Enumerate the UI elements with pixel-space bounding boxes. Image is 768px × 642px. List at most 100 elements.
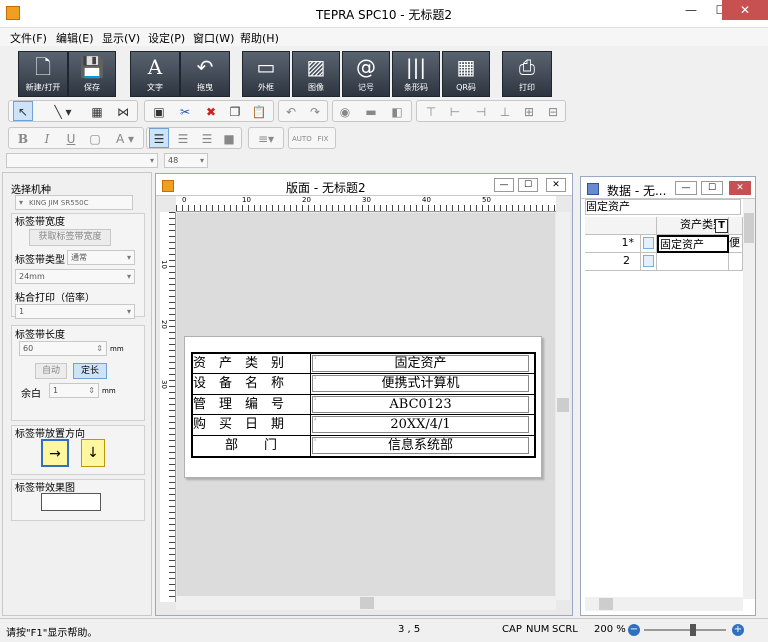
redo-icon[interactable]: ↷: [305, 101, 325, 121]
arrange-icon[interactable]: ⊟: [543, 101, 563, 121]
spinner-icon[interactable]: ⇕: [88, 384, 95, 397]
fill-icon[interactable]: ■: [219, 128, 239, 148]
fix-size-icon[interactable]: FIX: [313, 128, 333, 148]
grid-cell[interactable]: [729, 253, 743, 271]
italic-icon[interactable]: I: [37, 128, 57, 148]
tape-length-input[interactable]: 60 ⇕: [19, 341, 107, 356]
data-formula-input[interactable]: 固定资产: [585, 199, 741, 215]
layout-horizontal-scrollbar[interactable]: [176, 596, 556, 610]
new-open-button[interactable]: 🗋 新建/打开: [18, 51, 68, 97]
line-spacing-icon[interactable]: ≡▾: [251, 128, 281, 148]
scrollbar-thumb[interactable]: [599, 598, 613, 610]
data-close-button[interactable]: ✕: [729, 181, 751, 195]
fixed-length-button[interactable]: 定长: [73, 363, 107, 379]
label-row[interactable]: 部 门 ⁵ 信息系统部: [193, 435, 534, 456]
align-left-icon[interactable]: ⊣: [471, 101, 491, 121]
auto-length-button[interactable]: 自动: [35, 363, 67, 379]
bold-icon[interactable]: B: [13, 128, 33, 148]
ribbon-icon[interactable]: ⋈: [113, 101, 133, 121]
model-select[interactable]: KING JIM SR550C ▾: [15, 195, 133, 210]
margin-input[interactable]: 1 ⇕: [49, 383, 99, 398]
paste-print-select[interactable]: 1 ▾: [15, 304, 135, 319]
zoom-slider-thumb[interactable]: [690, 624, 696, 636]
label-value-field[interactable]: ¹ 固定资产: [312, 355, 529, 372]
grid-cell[interactable]: 固定资产: [657, 235, 729, 253]
zoom-in-icon[interactable]: +: [732, 624, 744, 636]
layout-vertical-scrollbar[interactable]: [556, 212, 570, 600]
data-minimize-button[interactable]: —: [675, 181, 697, 195]
horizontal-direction-button[interactable]: →: [41, 439, 69, 467]
undo-icon[interactable]: ↶: [281, 101, 301, 121]
font-color-icon[interactable]: A ▾: [109, 128, 141, 148]
layout-close-button[interactable]: ✕: [546, 178, 566, 192]
menu-help[interactable]: 帮助(H): [240, 30, 279, 46]
label-row[interactable]: 购 买 日 期 ⁴ 20XX/4/1: [193, 415, 534, 436]
frame-text-icon[interactable]: ▢: [85, 128, 105, 148]
zoom-slider[interactable]: [644, 629, 726, 631]
underline-icon[interactable]: U: [61, 128, 81, 148]
align-middle-icon[interactable]: ⊢: [445, 101, 465, 121]
select-arrow-icon[interactable]: ↖: [13, 101, 33, 121]
label-value-field[interactable]: ⁵ 信息系统部: [312, 436, 529, 454]
paste-object-icon[interactable]: ▣: [149, 101, 169, 121]
group-icon[interactable]: ◉: [335, 101, 355, 121]
shape-icon[interactable]: ▬: [361, 101, 381, 121]
data-maximize-button[interactable]: ☐: [701, 181, 723, 195]
close-button[interactable]: ✕: [722, 0, 768, 20]
frame-button[interactable]: ▭ 外框: [242, 51, 290, 97]
frame-shape-icon[interactable]: ◧: [387, 101, 407, 121]
layout-maximize-button[interactable]: ☐: [518, 178, 538, 192]
text-button[interactable]: A 文字: [130, 51, 180, 97]
scrollbar-thumb[interactable]: [744, 213, 754, 243]
barcode-button[interactable]: ||| 条形码: [392, 51, 440, 97]
paste-icon[interactable]: 📋: [249, 101, 269, 121]
minimize-button[interactable]: —: [676, 0, 706, 20]
menu-view[interactable]: 显示(V): [102, 30, 140, 46]
label-value-field[interactable]: ² 便携式计算机: [312, 375, 529, 393]
delete-icon[interactable]: ✖: [201, 101, 221, 121]
auto-size-icon[interactable]: AUTO: [291, 128, 312, 148]
grid-cell[interactable]: [657, 253, 729, 271]
print-button[interactable]: ⎙ 打印: [502, 51, 552, 97]
copy-icon[interactable]: ❐: [225, 101, 245, 121]
distribute-icon[interactable]: ⊞: [519, 101, 539, 121]
align-text-right-icon[interactable]: ☰: [197, 128, 217, 148]
drag-button[interactable]: ↶ 拖曳: [180, 51, 230, 97]
label-value-field[interactable]: ⁴ 20XX/4/1: [312, 416, 529, 434]
line-tool-icon[interactable]: ╲ ▾: [43, 101, 83, 121]
image-button[interactable]: ▨ 图像: [292, 51, 340, 97]
data-vertical-scrollbar[interactable]: [743, 199, 755, 599]
symbol-button[interactable]: @ 记号: [342, 51, 390, 97]
label-value-field[interactable]: ³ ABC0123: [312, 395, 529, 413]
zoom-out-icon[interactable]: −: [628, 624, 640, 636]
label-table[interactable]: 资 产 类 别 ¹ 固定资产 设 备 名 称 ² 便携式计算机 管 理 编 号 ³A…: [191, 352, 536, 458]
label-row[interactable]: 设 备 名 称 ² 便携式计算机: [193, 374, 534, 395]
menu-settings[interactable]: 设定(P): [148, 30, 185, 46]
align-right-icon[interactable]: ⊥: [495, 101, 515, 121]
table-icon[interactable]: ▦: [87, 101, 107, 121]
font-size-select[interactable]: 48 ▾: [164, 153, 208, 168]
label-row[interactable]: 管 理 编 号 ³ ABC0123: [193, 394, 534, 416]
row-checkbox[interactable]: [641, 253, 657, 271]
vertical-direction-button[interactable]: ↓: [81, 439, 105, 467]
save-button[interactable]: 💾 保存: [68, 51, 116, 97]
align-text-left-icon[interactable]: ☰: [149, 128, 169, 148]
layout-minimize-button[interactable]: —: [494, 178, 514, 192]
data-horizontal-scrollbar[interactable]: [585, 597, 743, 611]
menu-window[interactable]: 窗口(W): [193, 30, 234, 46]
spinner-icon[interactable]: ⇕: [96, 342, 103, 355]
grid-cell[interactable]: 便: [729, 235, 743, 253]
tape-width-select[interactable]: 24mm ▾: [15, 269, 135, 284]
label-row[interactable]: 资 产 类 别 ¹ 固定资产: [193, 354, 534, 375]
tape-type-select[interactable]: 通常 ▾: [67, 250, 135, 265]
column-header[interactable]: [729, 217, 743, 235]
get-tape-width-button[interactable]: 获取标签带宽度: [29, 229, 111, 246]
align-text-center-icon[interactable]: ☰: [173, 128, 193, 148]
align-top-icon[interactable]: ⊤: [421, 101, 441, 121]
cut-icon[interactable]: ✂: [175, 101, 195, 121]
qrcode-button[interactable]: ▦ QR码: [442, 51, 490, 97]
menu-edit[interactable]: 编辑(E): [56, 30, 94, 46]
font-name-select[interactable]: ▾: [6, 153, 158, 168]
row-checkbox[interactable]: [641, 235, 657, 253]
menu-file[interactable]: 文件(F): [10, 30, 47, 46]
